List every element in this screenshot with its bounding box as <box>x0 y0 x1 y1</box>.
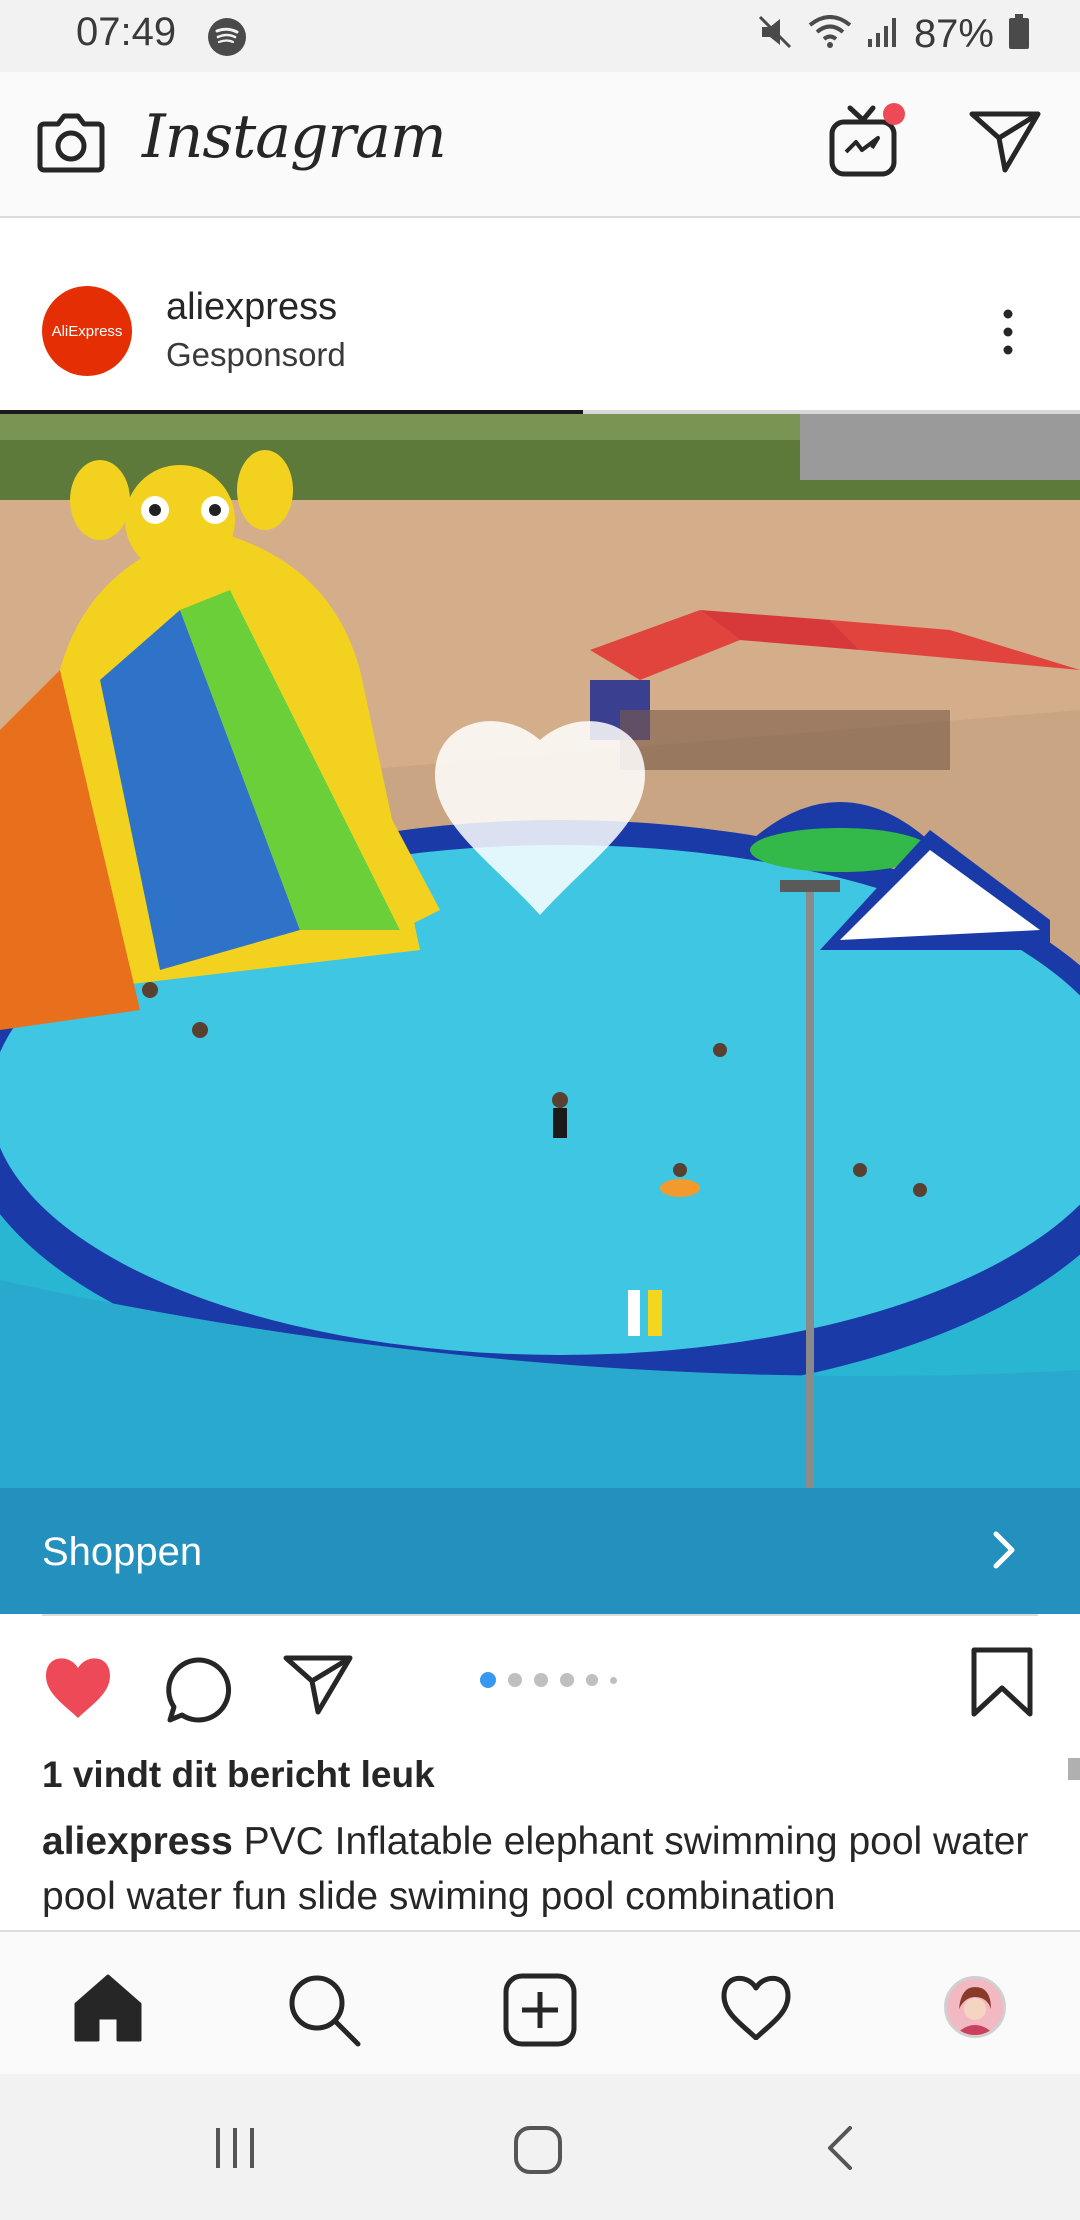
system-navigation <box>0 2074 1080 2220</box>
carousel-dot <box>508 1673 522 1687</box>
top-app-bar: Instagram <box>0 72 1080 218</box>
home-icon[interactable] <box>72 1972 144 2049</box>
post-image[interactable] <box>0 410 1080 1488</box>
post-caption: aliexpress PVC Inflatable elephant swimm… <box>42 1814 1042 1924</box>
carousel-progress-fill <box>0 410 584 414</box>
bookmark-icon[interactable] <box>970 1646 1034 1723</box>
shop-now-label[interactable]: Shoppen <box>42 1530 202 1575</box>
battery-icon <box>1008 14 1030 55</box>
carousel-dot <box>480 1672 496 1688</box>
post-actions <box>0 1616 1080 1736</box>
caption-username[interactable]: aliexpress <box>42 1820 233 1863</box>
aliexpress-avatar[interactable]: AliExpress <box>42 286 132 376</box>
scroll-indicator <box>1068 1758 1080 1780</box>
search-icon[interactable] <box>286 1972 362 2053</box>
back-icon[interactable] <box>824 2124 854 2177</box>
new-post-icon[interactable] <box>502 1972 578 2053</box>
carousel-dot <box>534 1673 548 1687</box>
camera-icon[interactable] <box>34 106 108 183</box>
carousel-indicator <box>480 1672 617 1688</box>
sponsored-label: Gesponsord <box>166 336 346 373</box>
more-options-icon[interactable] <box>994 306 1022 367</box>
likes-count[interactable]: 1 vindt dit bericht leuk <box>42 1754 435 1796</box>
profile-avatar[interactable] <box>944 1976 1006 2038</box>
instagram-logo: Instagram <box>142 102 447 172</box>
mute-icon <box>758 15 794 54</box>
home-button-icon[interactable] <box>512 2124 564 2181</box>
comment-icon[interactable] <box>162 1654 234 1731</box>
chevron-right-icon <box>990 1530 1018 1575</box>
shop-cta-bar[interactable]: Shoppen <box>0 1488 1080 1614</box>
share-icon[interactable] <box>282 1652 354 1723</box>
igtv-icon[interactable] <box>826 100 906 185</box>
activity-heart-icon[interactable] <box>718 1972 794 2045</box>
bottom-navigation <box>0 1930 1080 2076</box>
carousel-progress-track <box>0 410 1080 414</box>
recent-apps-icon[interactable] <box>212 2124 258 2177</box>
wifi-icon <box>808 15 852 54</box>
status-icons: 87% <box>758 12 1030 57</box>
like-heart-icon[interactable] <box>40 1652 116 1725</box>
status-bar: 07:49 87% <box>0 0 1080 72</box>
post-username[interactable]: aliexpress <box>166 286 337 329</box>
carousel-dot <box>560 1673 574 1687</box>
battery-percentage: 87% <box>913 12 994 56</box>
direct-message-icon[interactable] <box>968 108 1042 179</box>
status-time: 07:49 <box>76 10 177 54</box>
carousel-dot <box>610 1676 617 1684</box>
spotify-icon <box>208 18 246 56</box>
post-header: AliExpress aliexpress Gesponsord <box>0 218 1080 410</box>
carousel-dot <box>586 1674 598 1686</box>
signal-icon <box>866 15 900 54</box>
avatar-logo-text: AliExpress <box>51 322 123 340</box>
